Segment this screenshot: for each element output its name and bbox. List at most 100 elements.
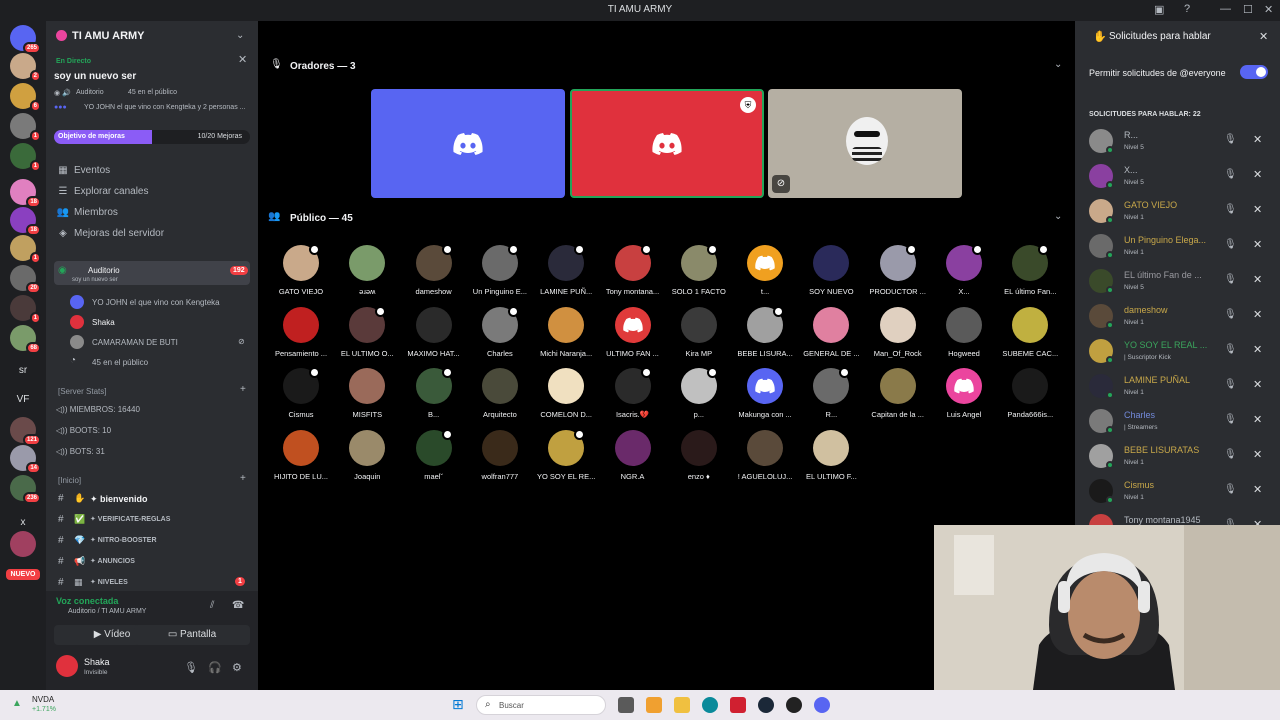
- audience-member[interactable]: Charles: [467, 305, 533, 367]
- help-icon[interactable]: ?: [1184, 3, 1190, 15]
- server-icon[interactable]: 20: [10, 265, 41, 294]
- dismiss-request-icon[interactable]: ✕: [1253, 203, 1262, 216]
- audience-member[interactable]: wolfran777: [467, 429, 533, 490]
- audience-member[interactable]: LAMINE PUÑ...: [533, 244, 599, 305]
- guild-header[interactable]: TI AMU ARMY ⌄: [46, 21, 258, 51]
- chevron-down-icon[interactable]: ⌄: [236, 30, 244, 41]
- dismiss-request-icon[interactable]: ✕: [1253, 448, 1262, 461]
- dismiss-request-icon[interactable]: ✕: [1253, 413, 1262, 426]
- add-channel-icon[interactable]: +: [240, 384, 246, 395]
- audience-member[interactable]: Panda666is...: [997, 368, 1063, 428]
- channel-nitro-booster[interactable]: # 💎 ✦ nitro-booster: [54, 531, 250, 551]
- invite-to-speak-icon[interactable]: 🎙: [1224, 379, 1237, 390]
- audience-member[interactable]: SUBEME CAC...: [997, 306, 1063, 367]
- audience-member[interactable]: Kira MP: [666, 306, 732, 367]
- steam-icon[interactable]: [758, 697, 774, 713]
- audience-member[interactable]: Michi Naranja...: [533, 306, 599, 367]
- channel-verificate-reglas[interactable]: # ✅ ✦ verificate-reglas: [54, 510, 250, 530]
- audience-member[interactable]: Luis Angel: [931, 368, 997, 428]
- minimize-icon[interactable]: —: [1220, 3, 1231, 15]
- dismiss-request-icon[interactable]: ✕: [1253, 343, 1262, 356]
- dismiss-request-icon[interactable]: ✕: [1253, 273, 1262, 286]
- audience-member[interactable]: YO SOY EL RE...: [533, 428, 599, 490]
- speak-request-item[interactable]: EL último Fan de ... Nivel 5 🎙 ✕: [1089, 267, 1269, 297]
- inbox-icon[interactable]: ▣: [1154, 3, 1164, 16]
- server-icon[interactable]: 6: [10, 83, 41, 112]
- speaker-tile[interactable]: ⛨: [570, 89, 764, 198]
- audience-member[interactable]: HIJITO DE LU...: [268, 429, 334, 490]
- invite-to-speak-icon[interactable]: 🎙: [1224, 449, 1237, 460]
- speaker-tile[interactable]: ⊘: [768, 89, 962, 198]
- audience-member[interactable]: EL ULTIMO F...: [798, 429, 864, 490]
- audience-member[interactable]: Arquitecto: [467, 368, 533, 428]
- taskbar-search[interactable]: ⌕ Buscar: [476, 695, 606, 715]
- category-inicio[interactable]: [Inicio]: [58, 476, 81, 485]
- audience-member[interactable]: Isacris.💔: [600, 367, 666, 428]
- server-icon[interactable]: 2: [10, 53, 41, 82]
- microphone-icon[interactable]: 🎙: [184, 661, 198, 674]
- office-icon[interactable]: [730, 697, 746, 713]
- invite-to-speak-icon[interactable]: 🎙: [1224, 169, 1237, 180]
- noise-suppression-icon[interactable]: ⫽: [210, 600, 214, 611]
- dismiss-request-icon[interactable]: ✕: [1253, 378, 1262, 391]
- obs-icon[interactable]: [786, 697, 802, 713]
- invite-to-speak-icon[interactable]: 🎙: [1224, 204, 1237, 215]
- audience-member[interactable]: ǝɹǝʍ: [334, 245, 400, 305]
- audience-member[interactable]: BEBE LISURA...: [732, 305, 798, 367]
- add-channel-icon[interactable]: +: [240, 473, 246, 484]
- audience-member[interactable]: dameshow: [401, 244, 467, 305]
- disconnect-icon[interactable]: ☎: [232, 600, 244, 611]
- invite-to-speak-icon[interactable]: 🎙: [1224, 309, 1237, 320]
- audience-member[interactable]: Pensamiento ...: [268, 306, 334, 367]
- server-icon[interactable]: 121: [10, 417, 41, 446]
- audience-member[interactable]: ULTIMO FAN ...: [600, 306, 666, 367]
- speak-request-item[interactable]: R... Nivel 5 🎙 ✕: [1089, 127, 1269, 157]
- server-text-icon[interactable]: VF: [0, 394, 46, 405]
- nav-server-boosts[interactable]: ◈ Mejoras del servidor: [56, 228, 164, 246]
- stock-name[interactable]: NVDA: [32, 695, 54, 704]
- audience-member[interactable]: NGR.A: [600, 429, 666, 490]
- invite-to-speak-icon[interactable]: 🎙: [1224, 274, 1237, 285]
- audience-member[interactable]: Cismus: [268, 367, 334, 428]
- audience-member[interactable]: PRODUCTOR ...: [865, 244, 931, 305]
- audience-member[interactable]: p...: [666, 367, 732, 428]
- audience-member[interactable]: Un Pinguino E...: [467, 244, 533, 305]
- audience-member[interactable]: mael˘: [401, 428, 467, 490]
- audience-member[interactable]: enzo ♦: [666, 429, 732, 490]
- speak-request-item[interactable]: GATO VIEJO Nivel 1 🎙 ✕: [1089, 197, 1269, 227]
- server-icon[interactable]: 18: [10, 207, 41, 236]
- channel-anuncios[interactable]: # 📢 ✦ anuncios: [54, 552, 250, 572]
- channel-niveles[interactable]: # ▦ ✦ niveles 1: [54, 573, 250, 593]
- audience-member[interactable]: R...: [798, 367, 864, 428]
- server-icon[interactable]: 18: [10, 179, 41, 208]
- speak-request-item[interactable]: YO SOY EL REAL ... | Suscriptor Kick 🎙 ✕: [1089, 337, 1269, 367]
- voice-location[interactable]: Auditorio / TI AMU ARMY: [68, 608, 146, 615]
- chevron-down-icon[interactable]: ⌄: [1054, 59, 1062, 70]
- server-icon[interactable]: 1: [10, 113, 41, 142]
- audience-member[interactable]: B...: [401, 367, 467, 428]
- audience-member[interactable]: GENERAL DE ...: [798, 306, 864, 367]
- chevron-down-icon[interactable]: ⌄: [1054, 211, 1062, 222]
- stage-channel-auditorio[interactable]: ◉ Auditorio soy un nuevo ser 192: [54, 261, 250, 285]
- server-text-icon[interactable]: x: [0, 517, 46, 528]
- dismiss-request-icon[interactable]: ✕: [1253, 168, 1262, 181]
- audience-member[interactable]: COMELON D...: [533, 368, 599, 428]
- live-stage-card[interactable]: En Directo soy un nuevo ser ◉ 🔊 Auditori…: [46, 51, 258, 141]
- gear-icon[interactable]: ⚙: [232, 661, 242, 674]
- speak-request-item[interactable]: dameshow Nivel 1 🎙 ✕: [1089, 302, 1269, 332]
- dismiss-request-icon[interactable]: ✕: [1253, 483, 1262, 496]
- invite-to-speak-icon[interactable]: 🎙: [1224, 239, 1237, 250]
- invite-to-speak-icon[interactable]: 🎙: [1224, 414, 1237, 425]
- edge-icon[interactable]: [702, 697, 718, 713]
- dismiss-request-icon[interactable]: ✕: [1253, 238, 1262, 251]
- audience-member[interactable]: MISFITS: [334, 368, 400, 428]
- server-icon[interactable]: [10, 531, 36, 557]
- close-window-icon[interactable]: ✕: [1264, 3, 1273, 16]
- nav-members[interactable]: 👥 Miembros: [56, 207, 118, 225]
- server-icon[interactable]: 265: [10, 25, 41, 54]
- speak-request-item[interactable]: LAMINE PUÑAL Nivel 1 🎙 ✕: [1089, 372, 1269, 402]
- audience-member[interactable]: EL último Fan...: [997, 244, 1063, 305]
- discord-taskbar-icon[interactable]: [814, 697, 830, 713]
- audience-member[interactable]: t...: [732, 245, 798, 305]
- server-icon[interactable]: 14: [10, 445, 41, 474]
